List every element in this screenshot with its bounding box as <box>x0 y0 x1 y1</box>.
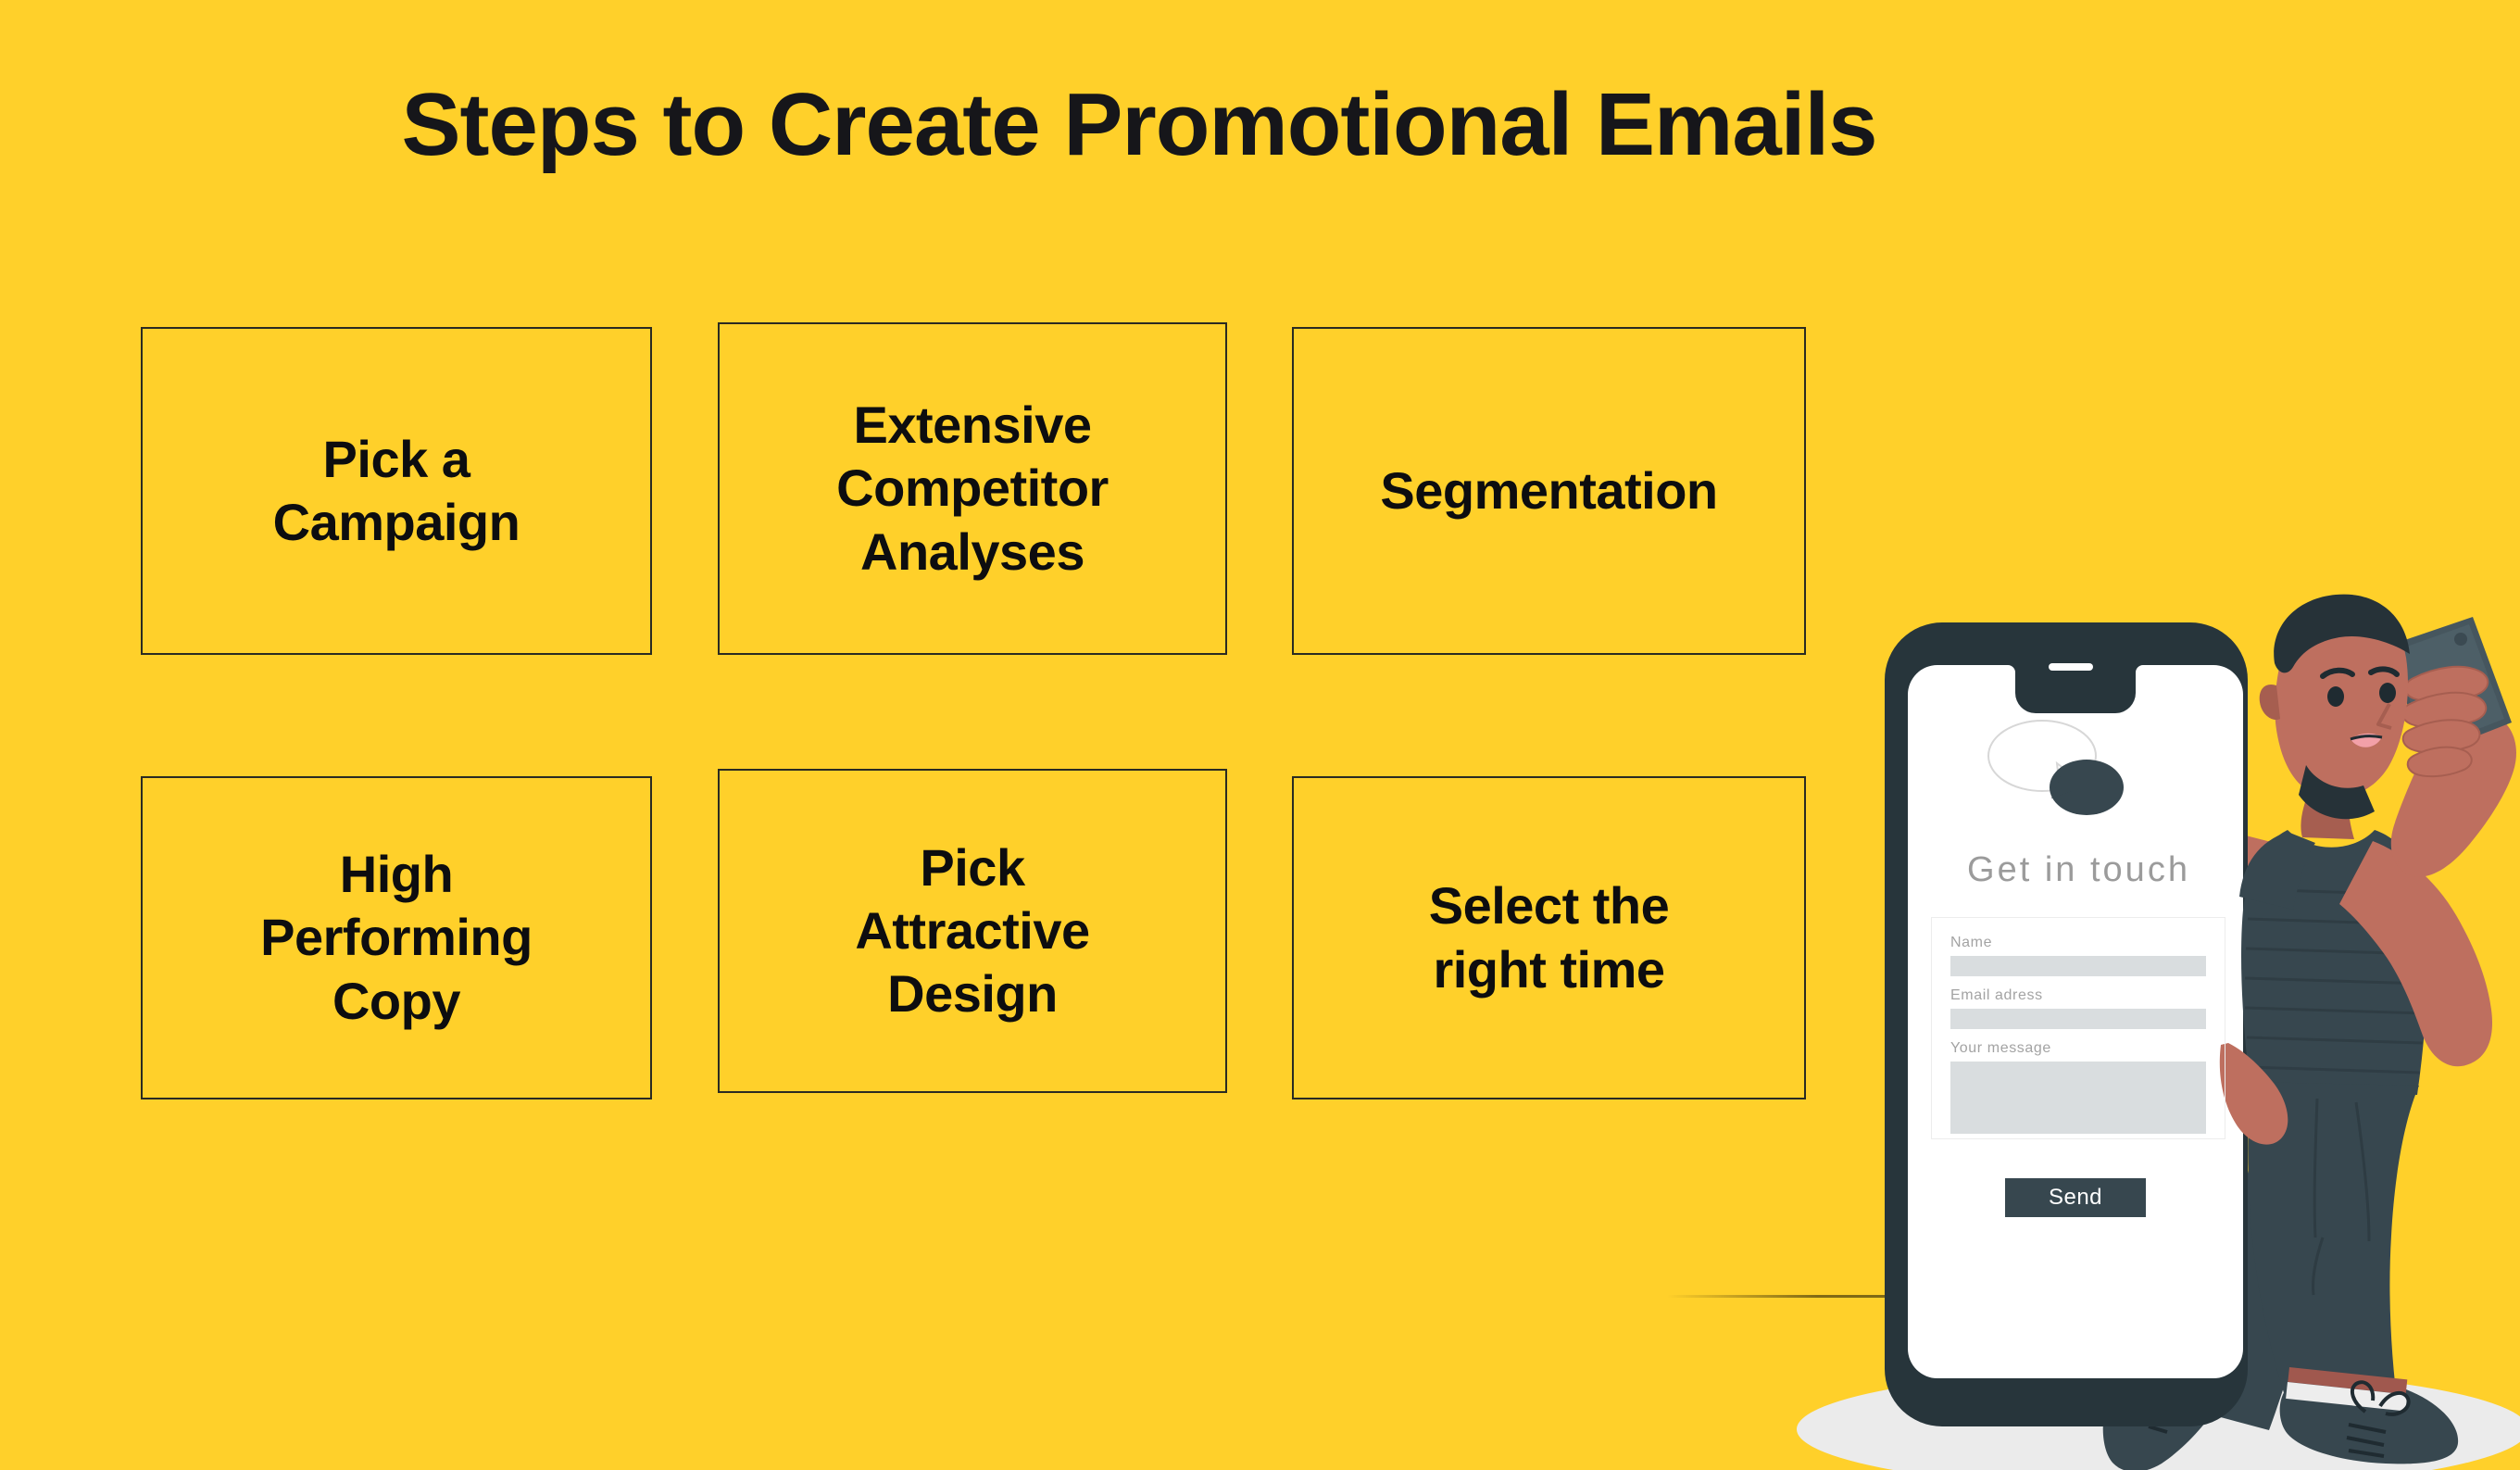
chat-bubbles-icon <box>1968 715 2144 831</box>
step-label: Pick a Campaign <box>272 429 520 551</box>
page-title: Steps to Create Promotional Emails <box>401 75 1877 174</box>
step-label: High Performing Copy <box>260 845 533 1030</box>
message-field-label: Your message <box>1950 1040 2051 1056</box>
step-box-high-performing-copy[interactable]: High Performing Copy <box>141 776 652 1099</box>
step-label: Segmentation <box>1380 460 1718 520</box>
phone-screen-heading: Get in touch <box>1967 850 2190 889</box>
step-label: Select the right time <box>1428 876 1670 999</box>
contact-form-card: Name Email adress Your message <box>1931 917 2225 1139</box>
phone-screen-content: Get in touch Name Email adress Your mess… <box>1896 639 2262 1371</box>
step-label: Pick Attractive Design <box>855 837 1090 1024</box>
slide-canvas: Steps to Create Promotional Emails Pick … <box>0 0 2520 1470</box>
step-box-pick-a-campaign[interactable]: Pick a Campaign <box>141 327 652 655</box>
name-field-label: Name <box>1950 935 1993 950</box>
email-field-label: Email adress <box>1950 987 2043 1003</box>
message-textarea[interactable] <box>1950 1062 2206 1134</box>
step-box-select-the-right-time[interactable]: Select the right time <box>1292 776 1806 1099</box>
step-label: Extensive Competitor Analyses <box>836 396 1109 581</box>
step-box-segmentation[interactable]: Segmentation <box>1292 327 1806 655</box>
name-input[interactable] <box>1950 956 2206 976</box>
step-box-extensive-competitor-analyses[interactable]: Extensive Competitor Analyses <box>718 322 1227 655</box>
email-input[interactable] <box>1950 1009 2206 1029</box>
send-button[interactable]: Send <box>2005 1178 2146 1217</box>
step-box-pick-attractive-design[interactable]: Pick Attractive Design <box>718 769 1227 1093</box>
